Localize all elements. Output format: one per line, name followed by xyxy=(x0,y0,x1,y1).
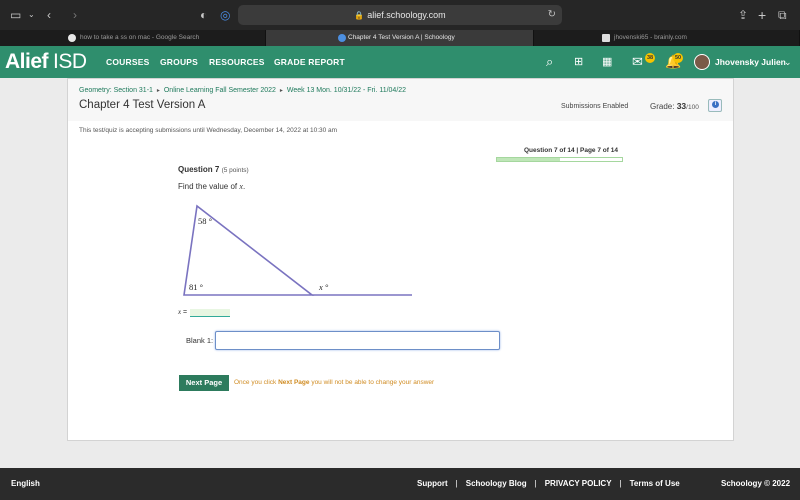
language-selector[interactable]: English xyxy=(11,468,40,500)
notifications-badge: 50 xyxy=(673,53,683,63)
answer-equals: = xyxy=(181,309,188,316)
assessment-card: Geometry: Section 31-1 ▸ Online Learning… xyxy=(67,78,734,441)
search-icon[interactable]: ⌕ xyxy=(546,54,553,70)
alief-isd-logo[interactable]: Alief ISD xyxy=(5,50,87,74)
next-page-warning: Once you click Next Page you will not be… xyxy=(234,379,434,386)
footer-blog-link[interactable]: Schoology Blog xyxy=(466,479,527,488)
blank-1-input[interactable] xyxy=(215,331,500,350)
tab-label: how to take a ss on mac - Google Search xyxy=(80,34,200,41)
calendar-icon[interactable]: ▦ xyxy=(602,54,612,70)
grade-label: Grade: xyxy=(650,102,675,111)
prompt-end: . xyxy=(242,182,246,191)
url-text: alief.schoology.com xyxy=(367,10,446,20)
logo-suffix: ISD xyxy=(53,50,87,73)
triangle-figure: 58 ° 81 ° x ° xyxy=(180,201,420,306)
tab-label: Chapter 4 Test Version A | Schoology xyxy=(348,34,455,41)
footer-separator: | xyxy=(534,479,537,488)
submissions-status: Submissions Enabled xyxy=(561,103,629,110)
breadcrumb-separator-icon: ▸ xyxy=(279,88,283,94)
messages-badge: 38 xyxy=(645,53,655,63)
brainly-icon xyxy=(602,34,610,42)
question-number: Question 7 xyxy=(178,165,220,174)
breadcrumb-separator-icon: ▸ xyxy=(156,88,160,94)
footer-separator: | xyxy=(455,479,458,488)
nav-groups[interactable]: GROUPS xyxy=(160,46,198,78)
footer-separator: | xyxy=(619,479,622,488)
info-icon[interactable] xyxy=(708,99,722,112)
angle-left-label: 81 ° xyxy=(189,282,204,292)
blank-1-label: Blank 1: xyxy=(186,336,214,345)
footer-links: Support | Schoology Blog | PRIVACY POLICY | Te… xyxy=(417,468,680,500)
footer-terms-link[interactable]: Terms of Use xyxy=(630,479,680,488)
answer-equation: x = xyxy=(178,308,187,316)
tab-strip: how to take a ss on mac - Google Search … xyxy=(0,30,800,46)
breadcrumb-week[interactable]: Week 13 Mon. 10/31/22 - Fri. 11/04/22 xyxy=(287,87,406,94)
page-title: Chapter 4 Test Version A xyxy=(79,99,206,111)
new-tab-icon[interactable]: + xyxy=(758,6,766,24)
inline-answer-blank[interactable] xyxy=(190,309,230,317)
question-points: (5 points) xyxy=(221,167,249,174)
avatar[interactable] xyxy=(694,54,710,70)
question-progress-bar xyxy=(496,157,623,162)
lock-icon: 🔒 xyxy=(354,11,365,20)
tab-schoology[interactable]: Chapter 4 Test Version A | Schoology xyxy=(266,30,534,46)
breadcrumb: Geometry: Section 31-1 ▸ Online Learning… xyxy=(79,87,406,94)
grade-value: 33 xyxy=(676,101,687,111)
extension-icon[interactable]: ◎ xyxy=(220,6,230,24)
footer-privacy-link[interactable]: PRIVACY POLICY xyxy=(545,479,612,488)
sidebar-toggle-icon[interactable]: ▭ xyxy=(10,6,21,24)
angle-top-label: 58 ° xyxy=(198,216,213,226)
progress-fill xyxy=(497,158,560,161)
tab-brainly[interactable]: jhovenski65 - brainly.com xyxy=(534,30,800,46)
google-icon xyxy=(68,34,76,42)
question-progress-label: Question 7 of 14 | Page 7 of 14 xyxy=(524,147,618,154)
reload-icon[interactable]: ↻ xyxy=(548,5,556,25)
tab-label: jhovenski65 - brainly.com xyxy=(614,34,687,41)
footer-support-link[interactable]: Support xyxy=(417,479,448,488)
chevron-down-icon[interactable]: ⌄ xyxy=(28,6,35,24)
messages-icon[interactable]: ✉ xyxy=(632,54,643,70)
tab-overview-icon[interactable]: ⧉ xyxy=(778,6,787,24)
exterior-angle-label: x ° xyxy=(319,282,329,292)
question-prompt: Find the value of x. xyxy=(178,182,245,191)
breadcrumb-course[interactable]: Geometry: Section 31-1 xyxy=(79,87,153,94)
privacy-shield-icon[interactable]: ◐ xyxy=(200,6,207,24)
grade-total: /100 xyxy=(686,104,699,111)
copyright-text: Schoology © 2022 xyxy=(721,479,791,488)
tab-google-search[interactable]: how to take a ss on mac - Google Search xyxy=(0,30,266,46)
submission-deadline-notice: This test/quiz is accepting submissions … xyxy=(79,127,338,134)
question-title: Question 7 (5 points) xyxy=(178,165,249,174)
user-name[interactable]: Jhovensky Julien xyxy=(715,46,786,78)
share-icon[interactable]: ⇪ xyxy=(738,6,748,24)
address-bar[interactable]: 🔒 alief.schoology.com ↻ xyxy=(238,5,562,25)
breadcrumb-semester[interactable]: Online Learning Fall Semester 2022 xyxy=(164,87,276,94)
prompt-text: Find the value of xyxy=(178,182,240,191)
triangle-diagram xyxy=(183,204,412,296)
nav-courses[interactable]: COURSES xyxy=(106,46,149,78)
schoology-icon xyxy=(338,34,346,42)
warning-text-end: you will not be able to change your answ… xyxy=(309,379,435,386)
logo-text: Alief xyxy=(5,50,49,73)
warning-text: Once you click xyxy=(234,379,279,386)
nav-grade-report[interactable]: GRADE REPORT xyxy=(274,46,345,78)
nav-resources[interactable]: RESOURCES xyxy=(209,46,265,78)
page-header: Geometry: Section 31-1 ▸ Online Learning… xyxy=(68,79,733,121)
page-footer: English Support | Schoology Blog | PRIVACY P… xyxy=(0,468,800,500)
apps-grid-icon[interactable]: ⊞ xyxy=(574,54,583,70)
chevron-down-icon[interactable]: ⌄ xyxy=(784,46,792,78)
back-arrow-icon[interactable]: ‹ xyxy=(47,6,51,24)
browser-toolbar: ▭ ⌄ ‹ › ◐ ◎ 🔒 alief.schoology.com ↻ ⇪ + ⧉ xyxy=(0,0,800,30)
warning-bold: Next Page xyxy=(278,379,310,386)
next-page-button[interactable]: Next Page xyxy=(179,375,229,391)
grade-display: Grade: 33/100 xyxy=(650,101,699,111)
main-navigation: Alief ISD COURSES GROUPS RESOURCES GRADE … xyxy=(0,46,800,78)
forward-arrow-icon[interactable]: › xyxy=(73,6,77,24)
